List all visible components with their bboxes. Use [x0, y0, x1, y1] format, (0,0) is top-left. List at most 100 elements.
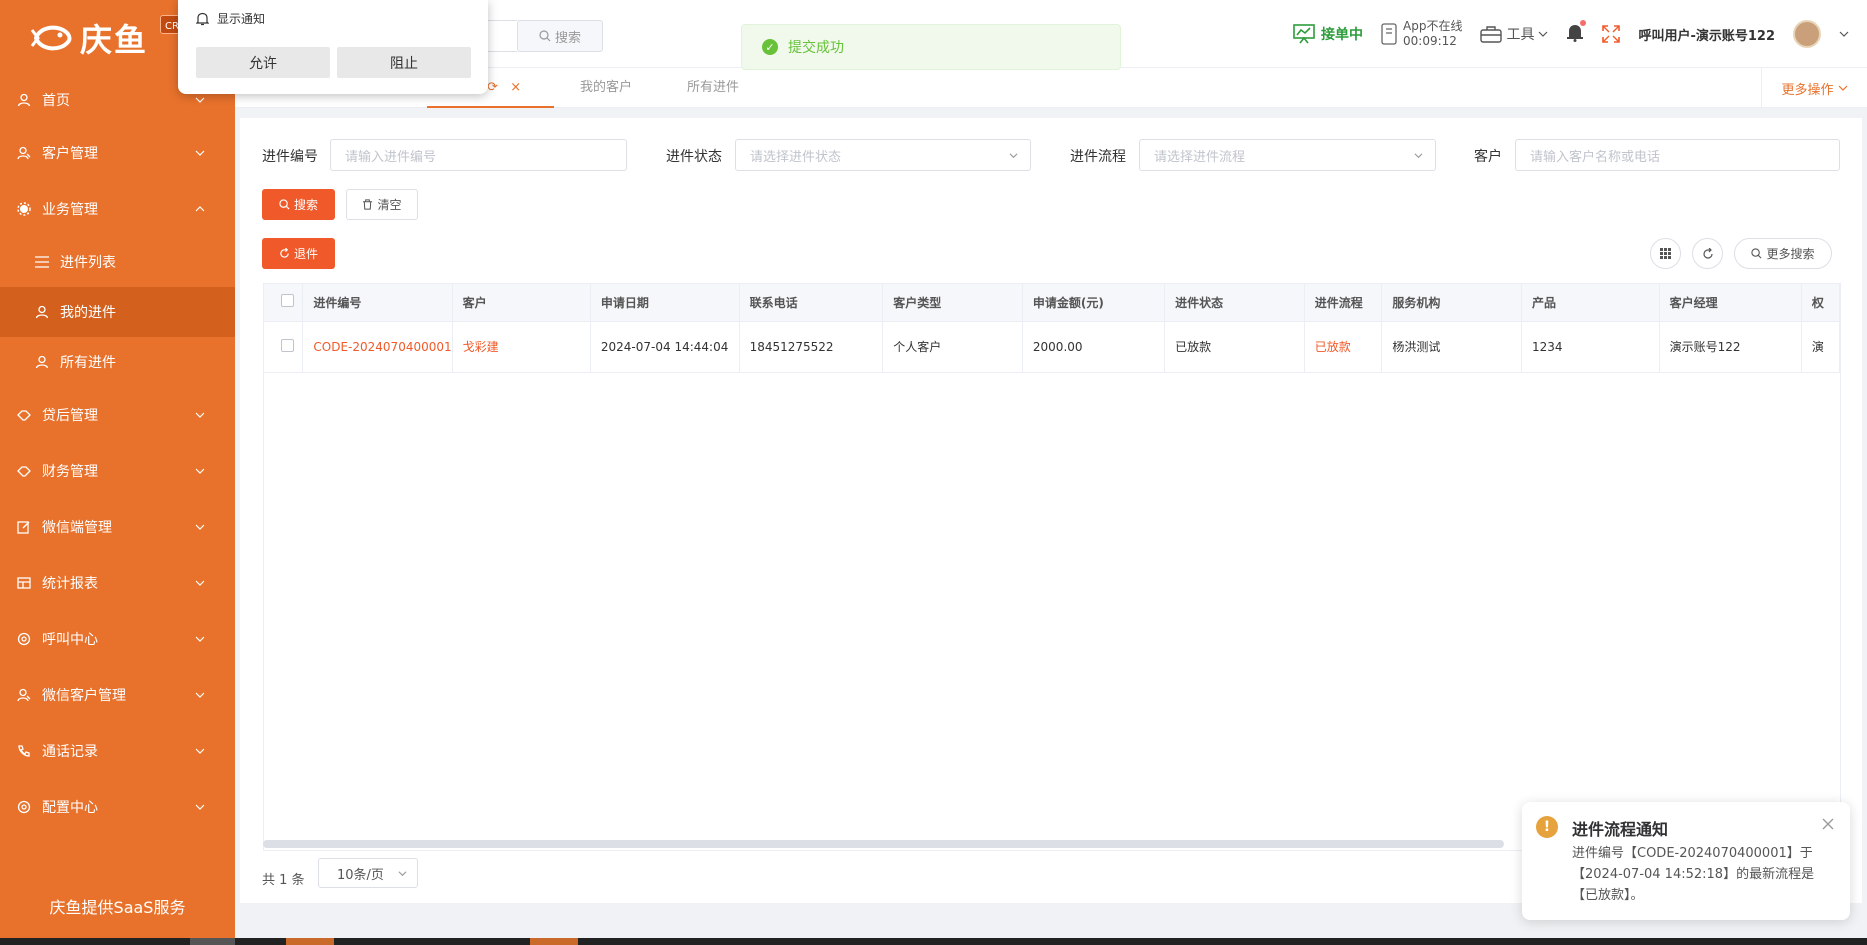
phone-icon — [16, 743, 32, 759]
sidebar-item-label: 统计报表 — [42, 576, 98, 592]
refresh-icon[interactable]: ⟳ — [487, 80, 498, 95]
column-header[interactable]: 进件流程 — [1304, 284, 1383, 322]
clear-button[interactable]: 清空 — [346, 189, 418, 220]
column-header[interactable]: 客户类型 — [882, 284, 1023, 322]
column-header[interactable]: 进件状态 — [1164, 284, 1305, 322]
sidebar: 庆鱼 CRM系 首页 客户管理 业务管理 进件列表 我的进件 所有进件 贷后管理… — [0, 0, 235, 938]
column-settings-button[interactable] — [1650, 238, 1681, 269]
cell-product: 1234 — [1521, 321, 1660, 373]
allow-button[interactable]: 允许 — [196, 47, 330, 78]
cell-code[interactable]: CODE-2024070400001 — [302, 321, 453, 373]
row-checkbox[interactable] — [281, 338, 294, 352]
global-search-button[interactable]: 搜索 — [517, 20, 603, 52]
refresh-icon — [280, 248, 289, 258]
filter-customer-placeholder: 请输入客户名称或电话 — [1530, 149, 1661, 165]
sidebar-item-label: 通话记录 — [42, 744, 98, 760]
sidebar-item-wechat-admin[interactable]: 微信端管理 — [0, 499, 235, 555]
sidebar-item-reports[interactable]: 统计报表 — [0, 555, 235, 611]
cell-extra: 演 — [1801, 321, 1840, 373]
table-row[interactable]: CODE-2024070400001 戈彩建 2024-07-04 14:44:… — [264, 321, 1840, 373]
column-header[interactable]: 进件编号 — [302, 284, 453, 322]
column-header[interactable]: 服务机构 — [1381, 284, 1522, 322]
filter-code-input[interactable]: 请输入进件编号 — [330, 139, 627, 171]
tab-label: 所有进件 — [687, 80, 740, 95]
cell-flow[interactable]: 已放款 — [1304, 321, 1383, 373]
phone-device-icon — [1381, 23, 1397, 45]
taskbar-segment — [530, 938, 578, 945]
search-icon — [539, 30, 551, 42]
handshake-icon — [16, 463, 32, 479]
cell-status: 已放款 — [1164, 321, 1305, 373]
sidebar-subitem-all-applications[interactable]: 所有进件 — [0, 337, 235, 387]
chevron-down-icon[interactable] — [1839, 29, 1849, 39]
sidebar-item-finance[interactable]: 财务管理 — [0, 443, 235, 499]
horizontal-scrollbar[interactable] — [263, 840, 1504, 848]
permission-title: 显示通知 — [196, 10, 265, 27]
chevron-down-icon — [1838, 85, 1847, 91]
more-search-label: 更多搜索 — [1766, 247, 1815, 261]
sidebar-subitem-application-list[interactable]: 进件列表 — [0, 237, 235, 287]
sidebar-item-business[interactable]: 业务管理 — [0, 181, 235, 237]
return-button[interactable]: 退件 — [262, 238, 335, 269]
page-size-select[interactable]: 10条/页 — [318, 858, 418, 888]
customer-icon — [16, 145, 32, 161]
block-button[interactable]: 阻止 — [337, 47, 471, 78]
tab-all-applications[interactable]: 所有进件 — [687, 68, 739, 108]
sidebar-item-call-center[interactable]: 呼叫中心 — [0, 611, 235, 667]
column-header[interactable]: 联系电话 — [739, 284, 884, 322]
select-all-checkbox[interactable] — [281, 294, 294, 308]
fullscreen-icon[interactable] — [1602, 25, 1621, 43]
tools-menu[interactable]: 工具 — [1480, 24, 1548, 44]
notifications-bell[interactable] — [1566, 20, 1587, 46]
more-ops-label: 更多操作 — [1781, 82, 1834, 98]
column-header[interactable]: 客户 — [452, 284, 591, 322]
page-size-value: 10条/页 — [337, 867, 384, 883]
sidebar-item-wechat-customers[interactable]: 微信客户管理 — [0, 667, 235, 723]
sidebar-item-label: 财务管理 — [42, 464, 98, 480]
check-circle-icon: ✓ — [762, 39, 778, 55]
sidebar-item-config[interactable]: 配置中心 — [0, 779, 235, 835]
column-header[interactable]: 产品 — [1521, 284, 1660, 322]
refresh-button[interactable] — [1692, 238, 1723, 269]
flow-notification: ! 进件流程通知 进件编号【CODE-2024070400001】于【2024-… — [1522, 802, 1850, 920]
sidebar-item-label: 呼叫中心 — [42, 632, 98, 648]
search-button[interactable]: 搜索 — [262, 189, 335, 220]
filter-status-select[interactable]: 请选择进件状态 — [735, 139, 1031, 171]
filter-code-label: 进件编号 — [262, 149, 318, 165]
tab-my-customers[interactable]: 我的客户 — [580, 68, 632, 108]
sidebar-item-call-records[interactable]: 通话记录 — [0, 723, 235, 779]
select-all-cell — [264, 284, 304, 322]
chevron-down-icon — [195, 97, 205, 103]
toolbox-icon — [1480, 26, 1503, 43]
close-icon[interactable] — [1822, 818, 1834, 830]
online-status[interactable]: 接单中 — [1293, 24, 1363, 44]
sidebar-subitem-my-applications[interactable]: 我的进件 — [0, 287, 235, 337]
avatar[interactable] — [1793, 20, 1821, 48]
close-icon[interactable]: × — [510, 80, 521, 95]
customer-icon — [16, 687, 32, 703]
more-operations-button[interactable]: 更多操作 — [1761, 68, 1867, 108]
app-status: App不在线 00:09:12 — [1381, 19, 1462, 49]
sidebar-item-customers[interactable]: 客户管理 — [0, 125, 235, 181]
search-button-label: 搜索 — [293, 198, 318, 212]
chevron-down-icon — [195, 748, 205, 754]
sidebar-item-label: 微信客户管理 — [42, 688, 126, 704]
notification-dot — [1580, 20, 1587, 26]
column-header[interactable]: 申请金额(元) — [1022, 284, 1166, 322]
filter-flow-select[interactable]: 请选择进件流程 — [1139, 139, 1436, 171]
sidebar-item-post-loan[interactable]: 贷后管理 — [0, 387, 235, 443]
app-status-timer: 00:09:12 — [1403, 34, 1457, 48]
column-header[interactable]: 权 — [1801, 284, 1840, 322]
chevron-down-icon — [195, 524, 205, 530]
more-search-button[interactable]: 更多搜索 — [1734, 238, 1832, 269]
column-header[interactable]: 申请日期 — [590, 284, 740, 322]
return-button-label: 退件 — [293, 247, 318, 261]
user-icon — [16, 92, 32, 108]
cell-customer[interactable]: 戈彩建 — [452, 321, 591, 373]
row-select-cell — [264, 321, 304, 373]
user-icon — [34, 304, 50, 320]
list-icon — [34, 254, 50, 270]
sidebar-subitem-label: 我的进件 — [60, 305, 116, 321]
column-header[interactable]: 客户经理 — [1659, 284, 1802, 322]
filter-customer-input[interactable]: 请输入客户名称或电话 — [1515, 139, 1840, 171]
